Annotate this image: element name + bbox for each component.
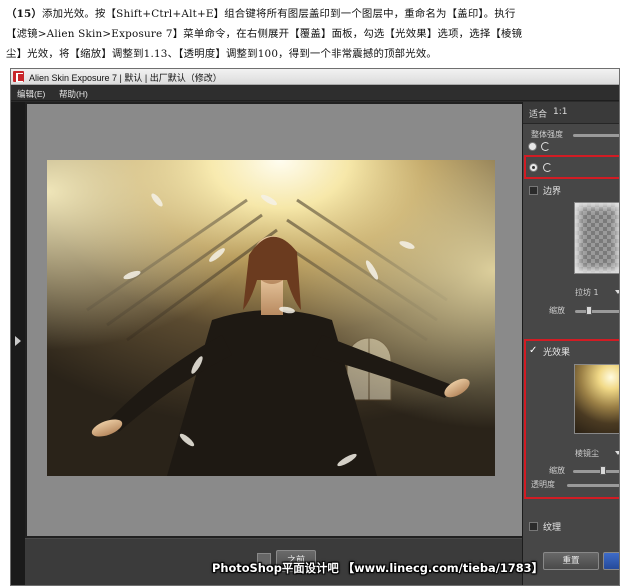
texture-label: 纹理: [543, 523, 562, 533]
variant-radio[interactable]: [529, 163, 538, 172]
instruction-line-1: （15）添加光效。按【Shift+Ctrl+Alt+E】组合键将所有图层盖印到一…: [6, 4, 612, 24]
watermark-text: PhotoShop平面设计吧 【www.linecg.com/tieba/178…: [212, 561, 543, 575]
border-preview-thumbnail[interactable]: [574, 202, 619, 274]
preview-photo[interactable]: [47, 160, 495, 476]
light-scale-thumb[interactable]: [600, 466, 606, 475]
left-panel-strip[interactable]: [11, 102, 25, 585]
exposure-app-icon: [13, 71, 24, 82]
radio-highlight-box: [524, 155, 619, 179]
light-effect-label: 光效果: [543, 348, 571, 358]
preview-area: 之前: [11, 102, 522, 585]
instruction-line-2: 【滤镜>Alien Skin>Exposure 7】菜单命令，在右侧展开【覆盖】…: [6, 28, 523, 40]
ok-button[interactable]: [603, 552, 619, 570]
border-label: 边界: [543, 187, 562, 197]
light-scale-label: 缩放: [549, 466, 565, 475]
light-preset-dropdown-icon[interactable]: [615, 451, 619, 455]
texture-checkbox[interactable]: [529, 522, 538, 531]
border-preset-name: 拉坊 1: [575, 288, 599, 297]
light-effect-checkmark[interactable]: ✓: [529, 346, 537, 356]
instruction-text: （15）添加光效。按【Shift+Ctrl+Alt+E】组合键将所有图层盖印到一…: [6, 4, 612, 64]
light-effect-preview-thumbnail[interactable]: [574, 364, 619, 434]
settings-panel: 适合 1:1 整体强度 边界 拉坊 1 缩放 ✓ 光效果 棱镜尘 缩放 透明度: [522, 102, 619, 585]
expand-left-panel-icon[interactable]: [15, 336, 21, 346]
border-scale-slider[interactable]: [575, 310, 619, 313]
step-number: （15）: [6, 8, 43, 20]
instruction-line-1-text: 添加光效。按【Shift+Ctrl+Alt+E】组合键将所有图层盖印到一个图层中…: [42, 8, 516, 20]
zoom-1-1-button[interactable]: 1:1: [553, 107, 567, 117]
light-opacity-label: 透明度: [531, 480, 555, 489]
border-checkbox[interactable]: [529, 186, 538, 195]
overall-strength-slider[interactable]: [573, 134, 619, 137]
exposure-window: Alien Skin Exposure 7 | 默认 | 出厂默认（修改） 编辑…: [10, 68, 620, 586]
border-scale-thumb[interactable]: [586, 306, 592, 315]
photo-render: [47, 160, 495, 476]
zoom-bar: 适合 1:1: [523, 102, 619, 124]
title-bar: Alien Skin Exposure 7 | 默认 | 出厂默认（修改）: [11, 69, 619, 85]
window-title: Alien Skin Exposure 7 | 默认 | 出厂默认（修改）: [29, 73, 222, 83]
border-scale-label: 缩放: [549, 306, 565, 315]
menu-help[interactable]: 帮助(H): [59, 88, 88, 100]
zoom-fit-button[interactable]: 适合: [529, 107, 547, 120]
border-preset-dropdown-icon[interactable]: [615, 290, 619, 294]
overall-strength-label: 整体强度: [531, 130, 563, 139]
refresh-icon[interactable]: [541, 142, 550, 151]
reset-button[interactable]: 重置: [543, 552, 599, 570]
variant-refresh-icon[interactable]: [543, 163, 552, 172]
overall-radio[interactable]: [528, 142, 537, 151]
menu-edit[interactable]: 编辑(E): [17, 88, 45, 100]
instruction-line-3: 尘】光效，将【缩放】调整到1.13、【透明度】调整到100，得到一个非常震撼的顶…: [6, 48, 438, 60]
light-preset-name: 棱镜尘: [575, 449, 599, 458]
light-opacity-slider[interactable]: [567, 484, 619, 487]
menu-bar: 编辑(E) 帮助(H): [11, 86, 619, 101]
light-scale-slider[interactable]: [573, 470, 619, 473]
